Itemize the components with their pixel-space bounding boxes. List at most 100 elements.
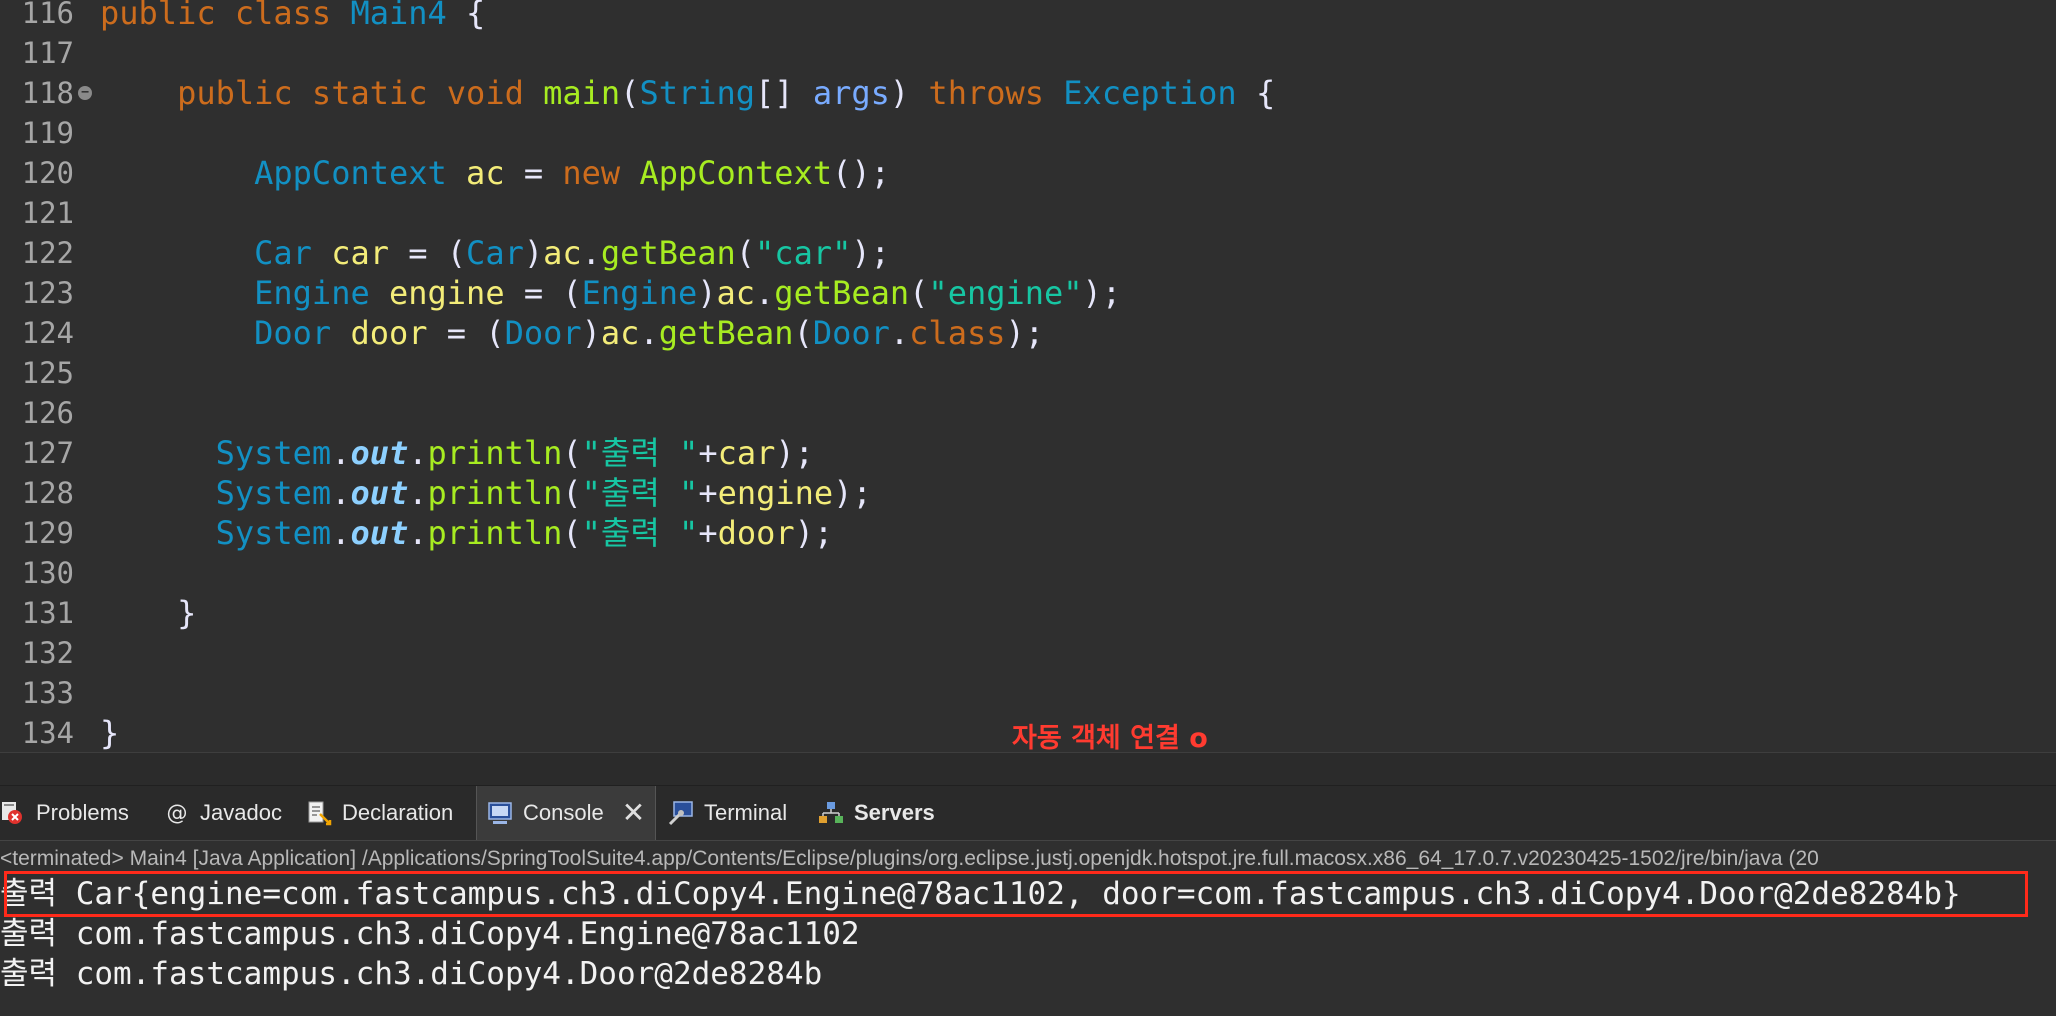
line-number: 123 bbox=[21, 276, 74, 310]
code-line[interactable]: 121 bbox=[0, 192, 2056, 232]
code-token: args bbox=[812, 74, 890, 112]
code-text[interactable]: Door door = (Door)ac.getBean(Door.class)… bbox=[100, 313, 1044, 353]
code-text[interactable]: Engine engine = (Engine)ac.getBean("engi… bbox=[100, 273, 1121, 313]
code-token: out bbox=[350, 474, 409, 512]
line-number: 134 bbox=[21, 716, 74, 750]
code-token: car bbox=[331, 234, 389, 272]
code-line[interactable]: 131 } bbox=[0, 592, 2056, 632]
code-token: ( bbox=[562, 514, 582, 552]
code-token: "출력 " bbox=[581, 474, 699, 512]
console-output-line: 출력 com.fastcampus.ch3.diCopy4.Engine@78a… bbox=[0, 916, 860, 952]
fold-collapse-icon[interactable]: − bbox=[78, 86, 92, 100]
line-number: 122 bbox=[21, 236, 74, 270]
code-text[interactable]: } bbox=[100, 713, 119, 752]
close-icon[interactable]: ✕ bbox=[622, 799, 645, 827]
code-token: public class bbox=[100, 0, 351, 32]
code-token: Engine bbox=[254, 274, 370, 312]
code-token: ( bbox=[562, 434, 582, 472]
code-token: . bbox=[581, 234, 601, 272]
tab-console[interactable]: Console ✕ bbox=[476, 786, 657, 840]
line-number: 127 bbox=[21, 436, 74, 470]
tab-terminal[interactable]: Terminal bbox=[668, 786, 787, 840]
code-token: println bbox=[427, 474, 563, 512]
code-line[interactable]: 133 bbox=[0, 672, 2056, 712]
code-token: (); bbox=[832, 154, 890, 192]
code-token: = ( bbox=[427, 314, 505, 352]
code-token: ac bbox=[716, 274, 756, 312]
code-editor[interactable]: 116 public class Main4 { 117 118− public st… bbox=[0, 0, 2056, 752]
code-line[interactable]: 122 Car car = (Car)ac.getBean("car"); bbox=[0, 232, 2056, 272]
code-line[interactable]: 120 AppContext ac = new AppContext(); bbox=[0, 152, 2056, 192]
code-line[interactable]: 130 bbox=[0, 552, 2056, 592]
code-token: println bbox=[427, 434, 563, 472]
code-line[interactable]: 125 bbox=[0, 352, 2056, 392]
tab-label: Console bbox=[523, 800, 604, 825]
code-token: door bbox=[350, 314, 428, 352]
code-line[interactable]: 126 bbox=[0, 392, 2056, 432]
tab-problems[interactable]: Problems bbox=[0, 786, 129, 840]
code-token: ( bbox=[793, 314, 813, 352]
tab-declaration[interactable]: Declaration bbox=[306, 786, 453, 840]
line-number: 119 bbox=[21, 116, 74, 150]
code-line[interactable]: 116 public class Main4 { bbox=[0, 0, 2056, 32]
code-token: out bbox=[350, 434, 409, 472]
code-token: Car bbox=[466, 234, 524, 272]
code-token: System bbox=[215, 514, 332, 552]
code-token: ); bbox=[851, 234, 890, 272]
code-token: = bbox=[504, 154, 563, 192]
code-text[interactable]: System.out.println("출력 "+engine); bbox=[100, 473, 872, 513]
highlight-box bbox=[4, 871, 2028, 917]
code-text[interactable]: System.out.println("출력 "+car); bbox=[100, 433, 814, 473]
code-line[interactable]: 123 Engine engine = (Engine)ac.getBean("… bbox=[0, 272, 2056, 312]
code-token: public static void bbox=[100, 74, 544, 112]
tab-label: Problems bbox=[36, 800, 129, 825]
editor-scrollbar[interactable] bbox=[0, 752, 2056, 786]
console-output-line: 출력 com.fastcampus.ch3.diCopy4.Door@2de82… bbox=[0, 956, 823, 992]
code-token: . bbox=[331, 474, 351, 512]
code-token: Engine bbox=[581, 274, 698, 312]
code-token: door bbox=[717, 514, 795, 552]
code-token: ac bbox=[600, 314, 640, 352]
code-token: throws bbox=[928, 74, 1064, 112]
code-text[interactable]: System.out.println("출력 "+door); bbox=[100, 513, 834, 553]
code-line[interactable]: 117 bbox=[0, 32, 2056, 72]
line-number: 117 bbox=[21, 36, 74, 70]
code-text[interactable]: AppContext ac = new AppContext(); bbox=[100, 153, 890, 193]
code-text[interactable]: Car car = (Car)ac.getBean("car"); bbox=[100, 233, 890, 273]
code-token: "출력 " bbox=[581, 434, 699, 472]
code-line[interactable]: 132 bbox=[0, 632, 2056, 672]
code-line[interactable]: 119 bbox=[0, 112, 2056, 152]
code-token: getBean bbox=[658, 314, 794, 352]
code-line[interactable]: 124 Door door = (Door)ac.getBean(Door.cl… bbox=[0, 312, 2056, 352]
code-line[interactable]: 129 System.out.println("출력 "+door); bbox=[0, 512, 2056, 552]
code-text[interactable]: } bbox=[100, 593, 196, 633]
code-token: Car bbox=[254, 234, 312, 272]
code-text[interactable]: public static void main(String[] args) t… bbox=[100, 73, 1275, 113]
code-line[interactable]: 127 System.out.println("출력 "+car); bbox=[0, 432, 2056, 472]
code-token: . bbox=[408, 514, 428, 552]
code-token: System bbox=[215, 474, 332, 512]
code-token: . bbox=[331, 514, 351, 552]
tab-servers[interactable]: Servers bbox=[818, 786, 935, 840]
code-token: Exception bbox=[1063, 74, 1237, 112]
tab-javadoc[interactable]: @ Javadoc bbox=[164, 786, 282, 840]
code-token: ( bbox=[735, 234, 756, 272]
code-line[interactable]: 118− public static void main(String[] ar… bbox=[0, 72, 2056, 112]
code-token: ( bbox=[562, 474, 582, 512]
code-token: out bbox=[350, 514, 409, 552]
terminal-icon bbox=[668, 800, 694, 826]
code-token: println bbox=[427, 514, 563, 552]
code-text[interactable]: public class Main4 { bbox=[100, 0, 485, 33]
code-token: getBean bbox=[600, 234, 736, 272]
line-number: 129 bbox=[21, 516, 74, 550]
code-line[interactable]: 128 System.out.println("출력 "+engine); bbox=[0, 472, 2056, 512]
code-token: + bbox=[698, 474, 718, 512]
code-token: "engine" bbox=[928, 274, 1083, 312]
line-number: 133 bbox=[21, 676, 74, 710]
console-view[interactable]: <terminated> Main4 [Java Application] /A… bbox=[0, 841, 2056, 1016]
